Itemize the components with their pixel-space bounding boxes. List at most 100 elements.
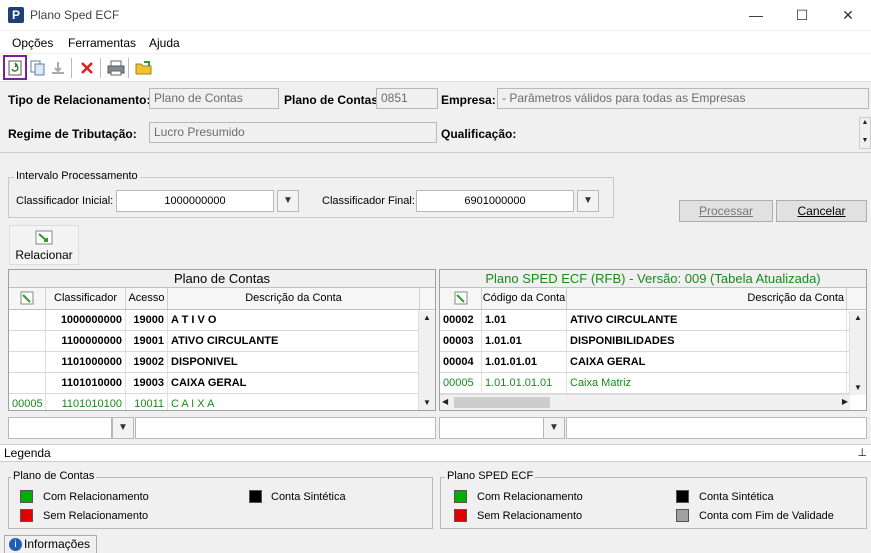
toolbar-separator <box>71 58 72 78</box>
table-row[interactable]: 1101010000 19003 CAIXA GERAL <box>9 373 435 394</box>
app-icon: P <box>8 7 24 23</box>
table-row[interactable]: 00005 1.01.01.01.01 Caixa Matriz <box>440 373 866 394</box>
close-button[interactable]: ✕ <box>825 0 871 30</box>
column-header-descricao[interactable]: Descrição da Conta <box>567 288 847 309</box>
delete-icon <box>81 62 93 74</box>
left-filter-input[interactable] <box>135 417 436 439</box>
intervalo-title: Intervalo Processamento <box>14 170 140 182</box>
refresh-button[interactable] <box>3 55 27 80</box>
column-header-acesso[interactable]: Acesso <box>126 288 168 309</box>
scroll-up-icon: ▲ <box>854 313 862 322</box>
info-icon: i <box>9 538 22 551</box>
processar-label: Processar <box>698 204 754 218</box>
cell-descricao: CAIXA GERAL <box>168 373 420 393</box>
column-header-classificador[interactable]: Classificador <box>46 288 126 309</box>
open-folder-button[interactable] <box>133 57 155 79</box>
plano-contas-grid-header: Classificador Acesso Descrição da Conta <box>9 288 435 310</box>
column-header-descricao[interactable]: Descrição da Conta <box>168 288 420 309</box>
scroll-down-icon: ▼ <box>423 398 431 407</box>
legend-swatch-black <box>249 490 262 503</box>
legend-plano-contas-title: Plano de Contas <box>11 470 97 482</box>
empresa-label: Empresa: <box>441 93 496 107</box>
classificador-inicial-dropdown[interactable]: ▼ <box>277 190 299 212</box>
classificador-final-input[interactable]: 6901000000 <box>416 190 574 212</box>
plano-contas-vscroll[interactable]: ▲ ▼ <box>418 311 435 410</box>
export-button[interactable] <box>47 57 69 79</box>
print-button[interactable] <box>105 57 127 79</box>
plano-sped-vscroll[interactable]: ▲ ▼ <box>849 311 866 395</box>
legend-conta-fim-validade: Conta com Fim de Validade <box>699 510 834 522</box>
legend-sem-relacionamento: Sem Relacionamento <box>477 510 583 522</box>
menu-opcoes[interactable]: Opções <box>12 36 53 50</box>
plano-sped-hscroll[interactable]: ◀ ▶ <box>440 394 850 410</box>
cell-classificador: 1000000000 <box>46 310 126 330</box>
cell-acesso: 19001 <box>126 331 168 351</box>
right-filter-input[interactable] <box>566 417 867 439</box>
export-icon <box>52 62 64 74</box>
table-row[interactable]: 00005 1101010100 10011 C A I X A <box>9 394 435 410</box>
plano-sped-grid-title: Plano SPED ECF (RFB) - Versão: 009 (Tabe… <box>440 270 866 288</box>
cell-id <box>9 352 46 372</box>
table-row[interactable]: 1000000000 19000 A T I V O <box>9 310 435 331</box>
cell-id <box>9 310 46 330</box>
cancelar-label: Cancelar <box>797 204 846 218</box>
chevron-down-icon: ▼ <box>283 195 293 206</box>
cancelar-button[interactable]: Cancelar <box>776 200 867 222</box>
cell-descricao: Caixa Matriz <box>567 373 847 393</box>
delete-button[interactable] <box>76 57 98 79</box>
cell-id: 00005 <box>440 373 482 393</box>
pin-icon[interactable]: ⊥ <box>857 446 867 459</box>
left-filter-dropdown[interactable]: ▼ <box>112 417 134 439</box>
tipo-relacionamento-field: Plano de Contas <box>149 88 279 109</box>
legend-plano-sped-title: Plano SPED ECF <box>445 470 536 482</box>
menu-ferramentas[interactable]: Ferramentas <box>68 36 136 50</box>
legend-swatch-green <box>20 490 33 503</box>
table-row[interactable]: 1100000000 19001 ATIVO CIRCULANTE <box>9 331 435 352</box>
maximize-button[interactable]: ☐ <box>779 0 825 30</box>
scroll-left-icon: ◀ <box>442 397 449 406</box>
cell-classificador: 1100000000 <box>46 331 126 351</box>
legend-swatch-black <box>676 490 689 503</box>
processar-button[interactable]: Processar <box>679 200 773 222</box>
legend-swatch-green <box>454 490 467 503</box>
minimize-button[interactable]: — <box>733 0 779 30</box>
window-title: Plano Sped ECF <box>30 8 120 22</box>
qualificacao-scrollbar[interactable]: ▲ ▼ <box>859 117 871 149</box>
informacoes-label: Informações <box>24 537 91 551</box>
cell-codigo: 1.01 <box>482 310 567 330</box>
cell-acesso: 19002 <box>126 352 168 372</box>
cell-id <box>9 331 46 351</box>
relacionar-label: Relacionar <box>15 248 73 262</box>
legend-title: Legenda <box>4 446 51 460</box>
classificador-inicial-label: Classificador Inicial: <box>16 195 114 207</box>
column-chooser-icon[interactable] <box>440 288 482 309</box>
relate-icon <box>35 230 53 245</box>
plano-sped-grid-header: Código da Conta Descrição da Conta <box>440 288 866 310</box>
table-row[interactable]: 1101000000 19002 DISPONIVEL <box>9 352 435 373</box>
table-row[interactable]: 00003 1.01.01 DISPONIBILIDADES <box>440 331 866 352</box>
copy-button[interactable] <box>27 57 49 79</box>
table-row[interactable]: 00002 1.01 ATIVO CIRCULANTE <box>440 310 866 331</box>
cell-classificador: 1101010000 <box>46 373 126 393</box>
plano-contas-grid-title: Plano de Contas <box>9 270 435 288</box>
menu-ajuda[interactable]: Ajuda <box>149 36 180 50</box>
relacionar-button[interactable]: Relacionar <box>9 225 79 265</box>
legend-conta-sintetica: Conta Sintética <box>271 491 346 503</box>
classificador-final-dropdown[interactable]: ▼ <box>577 190 599 212</box>
cell-codigo: 1.01.01 <box>482 331 567 351</box>
hscroll-thumb[interactable] <box>454 397 550 408</box>
right-filter-dropdown[interactable]: ▼ <box>543 417 565 439</box>
empresa-field: - Parâmetros válidos para todas as Empre… <box>497 88 869 109</box>
plano-sped-grid: Plano SPED ECF (RFB) - Versão: 009 (Tabe… <box>439 269 867 411</box>
column-chooser-icon[interactable] <box>9 288 46 309</box>
table-row[interactable]: 00004 1.01.01.01 CAIXA GERAL <box>440 352 866 373</box>
classificador-inicial-input[interactable]: 1000000000 <box>116 190 274 212</box>
menu-bar: Opções Ferramentas Ajuda <box>0 31 871 53</box>
informacoes-tab[interactable]: i Informações <box>4 535 97 553</box>
right-filter-combo[interactable] <box>439 417 545 439</box>
plano-sped-rows: 00002 1.01 ATIVO CIRCULANTE 00003 1.01.01 DIS… <box>440 310 866 394</box>
cell-descricao: ATIVO CIRCULANTE <box>168 331 420 351</box>
left-filter-combo[interactable] <box>8 417 112 439</box>
column-header-codigo[interactable]: Código da Conta <box>482 288 567 309</box>
cell-descricao: ATIVO CIRCULANTE <box>567 310 847 330</box>
